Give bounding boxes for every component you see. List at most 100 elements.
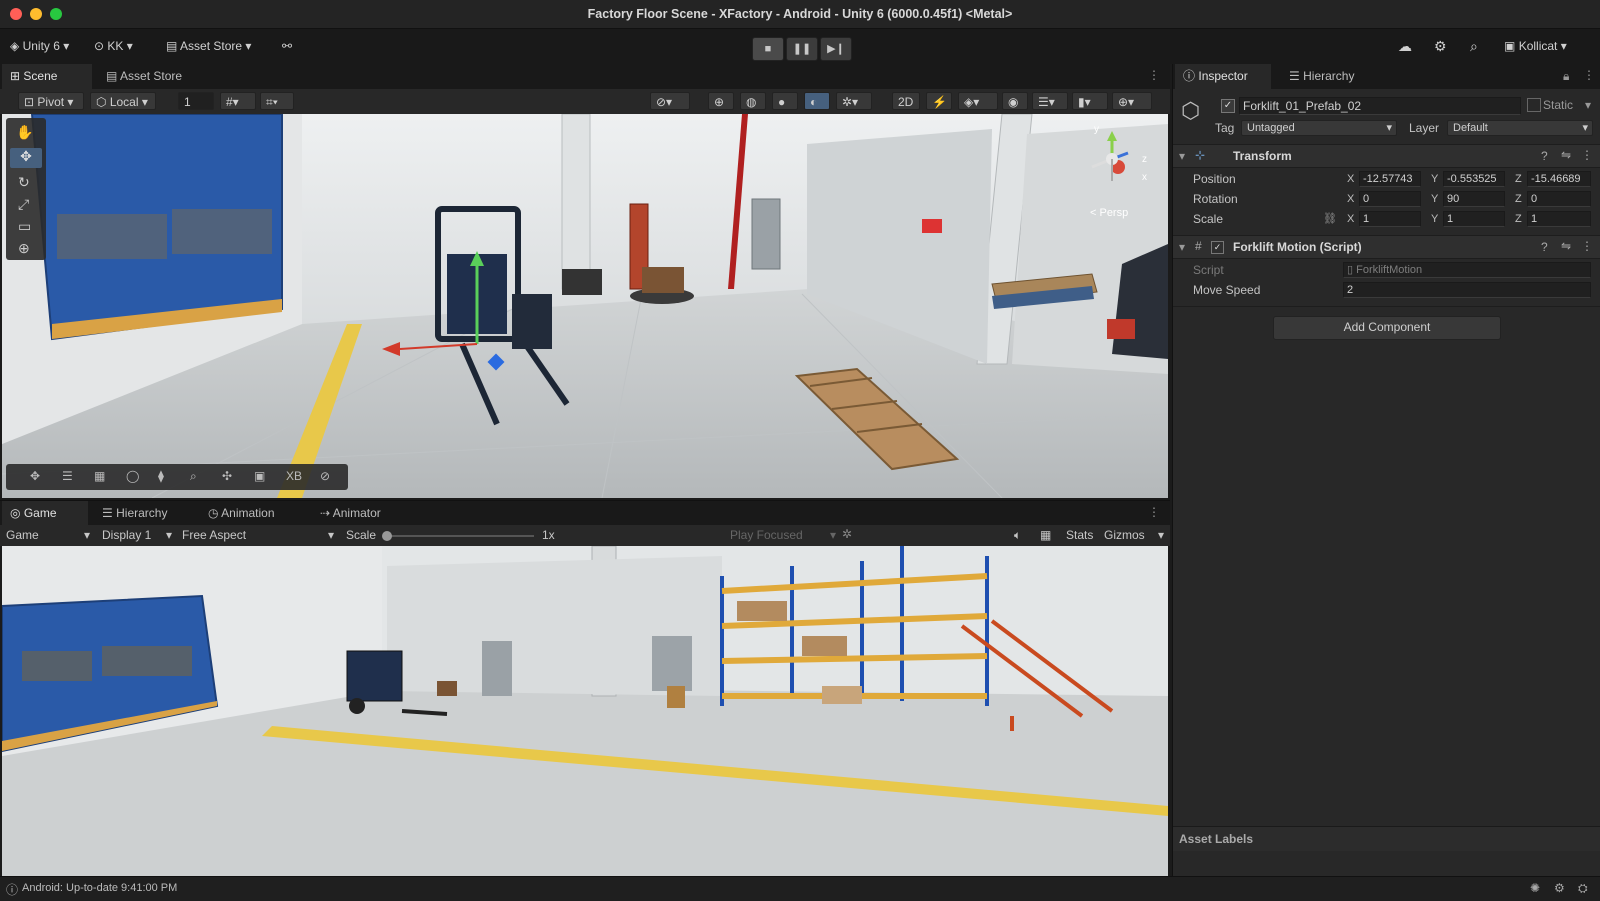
xb-overlay-label[interactable]: XB (286, 469, 302, 483)
progress-spinner-icon[interactable]: ✺ (1530, 881, 1540, 895)
status-message[interactable]: Android: Up-to-date 9:41:00 PM (22, 882, 177, 894)
add-component-button[interactable]: Add Component (1273, 316, 1501, 340)
unity-account-button[interactable]: ◈ Unity 6 ▾ (10, 35, 69, 57)
help-icon[interactable]: ? (1541, 149, 1548, 163)
script-reference-field[interactable]: ▯ ForkliftMotion (1343, 262, 1591, 278)
rotation-z-field[interactable]: 0 (1527, 191, 1591, 207)
move-overlay-icon[interactable]: ✥ (30, 469, 40, 483)
tab-hierarchy[interactable]: ☰ Hierarchy (1281, 64, 1391, 89)
asset-store-button[interactable]: ▤ Asset Store ▾ (166, 35, 251, 57)
status-settings-icon[interactable]: ⛭ (1578, 881, 1588, 896)
display-dropdown[interactable]: Display 1 ▾ (102, 528, 172, 542)
cloud-icon[interactable]: ☁ (1398, 35, 1412, 57)
persp-label[interactable]: < Persp (1090, 207, 1128, 219)
scene-viewport[interactable]: y z x < Persp ✋ ✥ ↻ ⤢ ▭ ⊕ ✥ ☰ ▦ ◯ ⧫ ⌕ ✣ … (2, 114, 1168, 498)
rect-tool-icon[interactable]: ▭ (18, 218, 31, 235)
move-tool-icon[interactable]: ✥ (10, 148, 42, 168)
script-help-icon[interactable]: ? (1541, 240, 1548, 254)
fx-toggle[interactable]: ◈▾ (958, 92, 998, 110)
transform-header[interactable]: ▾ ⊹ Transform ? ⇋ ⋮ (1173, 144, 1600, 168)
tab-hierarchy-bottom[interactable]: ☰ Hierarchy (94, 501, 194, 526)
account-initials-button[interactable]: ⊙ KK ▾ (94, 35, 133, 57)
tab-scene[interactable]: ⊞ Scene (2, 64, 92, 89)
script-enabled-checkbox[interactable]: ✓ (1211, 241, 1224, 254)
object-name-field[interactable]: Forklift_01_Prefab_02 (1239, 97, 1521, 115)
debug-bug-icon[interactable]: ✲ (842, 527, 852, 541)
grid-snap-button[interactable]: #▾ (220, 92, 256, 110)
increment-snap-button[interactable]: ⌗▾ (260, 92, 294, 110)
position-x-field[interactable]: -12.57743 (1359, 171, 1421, 187)
zoom-overlay-icon[interactable]: ⌕ (190, 469, 197, 484)
move-speed-field[interactable]: 2 (1343, 282, 1591, 298)
compass-overlay-icon[interactable]: ⊘ (320, 469, 330, 483)
local-dropdown[interactable]: ⬡ Local ▾ (90, 92, 156, 110)
visibility-toggle[interactable]: ◉ (1002, 92, 1028, 110)
mode-2d-toggle[interactable]: 2D (892, 92, 920, 110)
scale-x-field[interactable]: 1 (1359, 211, 1421, 227)
scale-tool-icon[interactable]: ⤢ (18, 196, 29, 213)
transform-tool-icon[interactable]: ⊕ (18, 240, 30, 257)
stats-grid-icon[interactable]: ▦ (1040, 528, 1051, 542)
play-focused-dropdown[interactable]: Play Focused ▾ (730, 528, 836, 542)
forklift-motion-header[interactable]: ▾ # ✓ Forklift Motion (Script) ? ⇋ ⋮ (1173, 235, 1600, 259)
script-foldout-arrow-icon[interactable]: ▾ (1179, 240, 1185, 254)
align-overlay-icon[interactable]: ☰ (62, 469, 73, 483)
preset-sliders-icon[interactable]: ⇋ (1561, 148, 1571, 162)
layers-dropdown[interactable]: ☰▾ (1032, 92, 1068, 110)
tab-asset-store[interactable]: ▤ Asset Store (98, 64, 198, 89)
orientation-button[interactable]: ⊘▾ (650, 92, 690, 110)
sphere-overlay-icon[interactable]: ◯ (126, 469, 139, 483)
position-y-field[interactable]: -0.553525 (1443, 171, 1505, 187)
script-menu-icon[interactable]: ⋮ (1581, 239, 1593, 253)
active-checkbox[interactable]: ✓ (1221, 99, 1235, 113)
pan-overlay-icon[interactable]: ✣ (222, 469, 232, 483)
scale-slider-handle[interactable] (382, 531, 392, 541)
game-viewport[interactable] (2, 546, 1168, 876)
account-menu-button[interactable]: ▣ Kollicat ▾ (1504, 35, 1567, 57)
scale-slider[interactable] (382, 531, 534, 541)
settings-gear-icon[interactable]: ⚙ (1434, 35, 1447, 57)
version-control-icon[interactable]: ⚯ (282, 35, 292, 57)
game-mode-dropdown[interactable]: Game ▾ (6, 528, 90, 542)
play-stop-button[interactable]: ■ (752, 37, 784, 61)
scale-z-field[interactable]: 1 (1527, 211, 1591, 227)
rotation-x-field[interactable]: 0 (1359, 191, 1421, 207)
grid-size-field[interactable]: 1 (178, 92, 214, 110)
camera-overlay-icon[interactable]: ▣ (254, 469, 265, 483)
rotate-tool-icon[interactable]: ↻ (18, 174, 30, 191)
panel-menu-icon[interactable]: ⋮ (1148, 68, 1160, 82)
static-checkbox[interactable] (1527, 98, 1541, 112)
pause-button[interactable]: ❚❚ (786, 37, 818, 61)
tab-animation[interactable]: ◷ Animation (200, 501, 300, 526)
mute-audio-icon[interactable]: 🔈︎ (1014, 528, 1021, 543)
foldout-arrow-icon[interactable]: ▾ (1179, 149, 1185, 163)
tab-animator[interactable]: ⇢ Animator (312, 501, 412, 526)
static-dropdown-icon[interactable]: ▾ (1585, 98, 1591, 112)
scale-y-field[interactable]: 1 (1443, 211, 1505, 227)
script-preset-icon[interactable]: ⇋ (1561, 239, 1571, 253)
pivot-dropdown[interactable]: ⊡ Pivot ▾ (18, 92, 84, 110)
inspector-menu-icon[interactable]: ⋮ (1583, 68, 1595, 82)
tag-dropdown[interactable]: Untagged ▾ (1241, 120, 1397, 136)
nav-overlay-icon[interactable]: ⧫ (158, 469, 164, 483)
hand-tool-icon[interactable]: ✋ (16, 124, 33, 141)
lock-icon[interactable]: 🔒︎ (1563, 69, 1569, 84)
shaded-wireframe-button[interactable]: ◍ (740, 92, 766, 110)
game-panel-menu-icon[interactable]: ⋮ (1148, 505, 1160, 519)
gizmos-dropdown[interactable]: ⊕▾ (1112, 92, 1152, 110)
rotation-y-field[interactable]: 90 (1443, 191, 1505, 207)
shaded-button[interactable]: ● (772, 92, 798, 110)
constrain-proportions-icon[interactable]: ⛓ (1323, 212, 1337, 225)
gizmos-toggle[interactable]: Gizmos ▾ (1104, 528, 1164, 542)
camera-dropdown[interactable]: ▮▾ (1072, 92, 1108, 110)
component-menu-icon[interactable]: ⋮ (1581, 148, 1593, 162)
position-z-field[interactable]: -15.46689 (1527, 171, 1591, 187)
wireframe-draw-button[interactable]: ⊕ (708, 92, 734, 110)
lit-button[interactable]: ◐ (804, 92, 830, 110)
layer-dropdown[interactable]: Default ▾ (1447, 120, 1593, 136)
debug-draw-button[interactable]: ✲▾ (836, 92, 872, 110)
grid-overlay-icon[interactable]: ▦ (94, 469, 105, 483)
tab-game[interactable]: ◎ Game (2, 501, 88, 526)
tab-inspector[interactable]: ⓘ Inspector (1175, 64, 1271, 89)
search-icon[interactable]: ⌕ (1470, 35, 1478, 57)
